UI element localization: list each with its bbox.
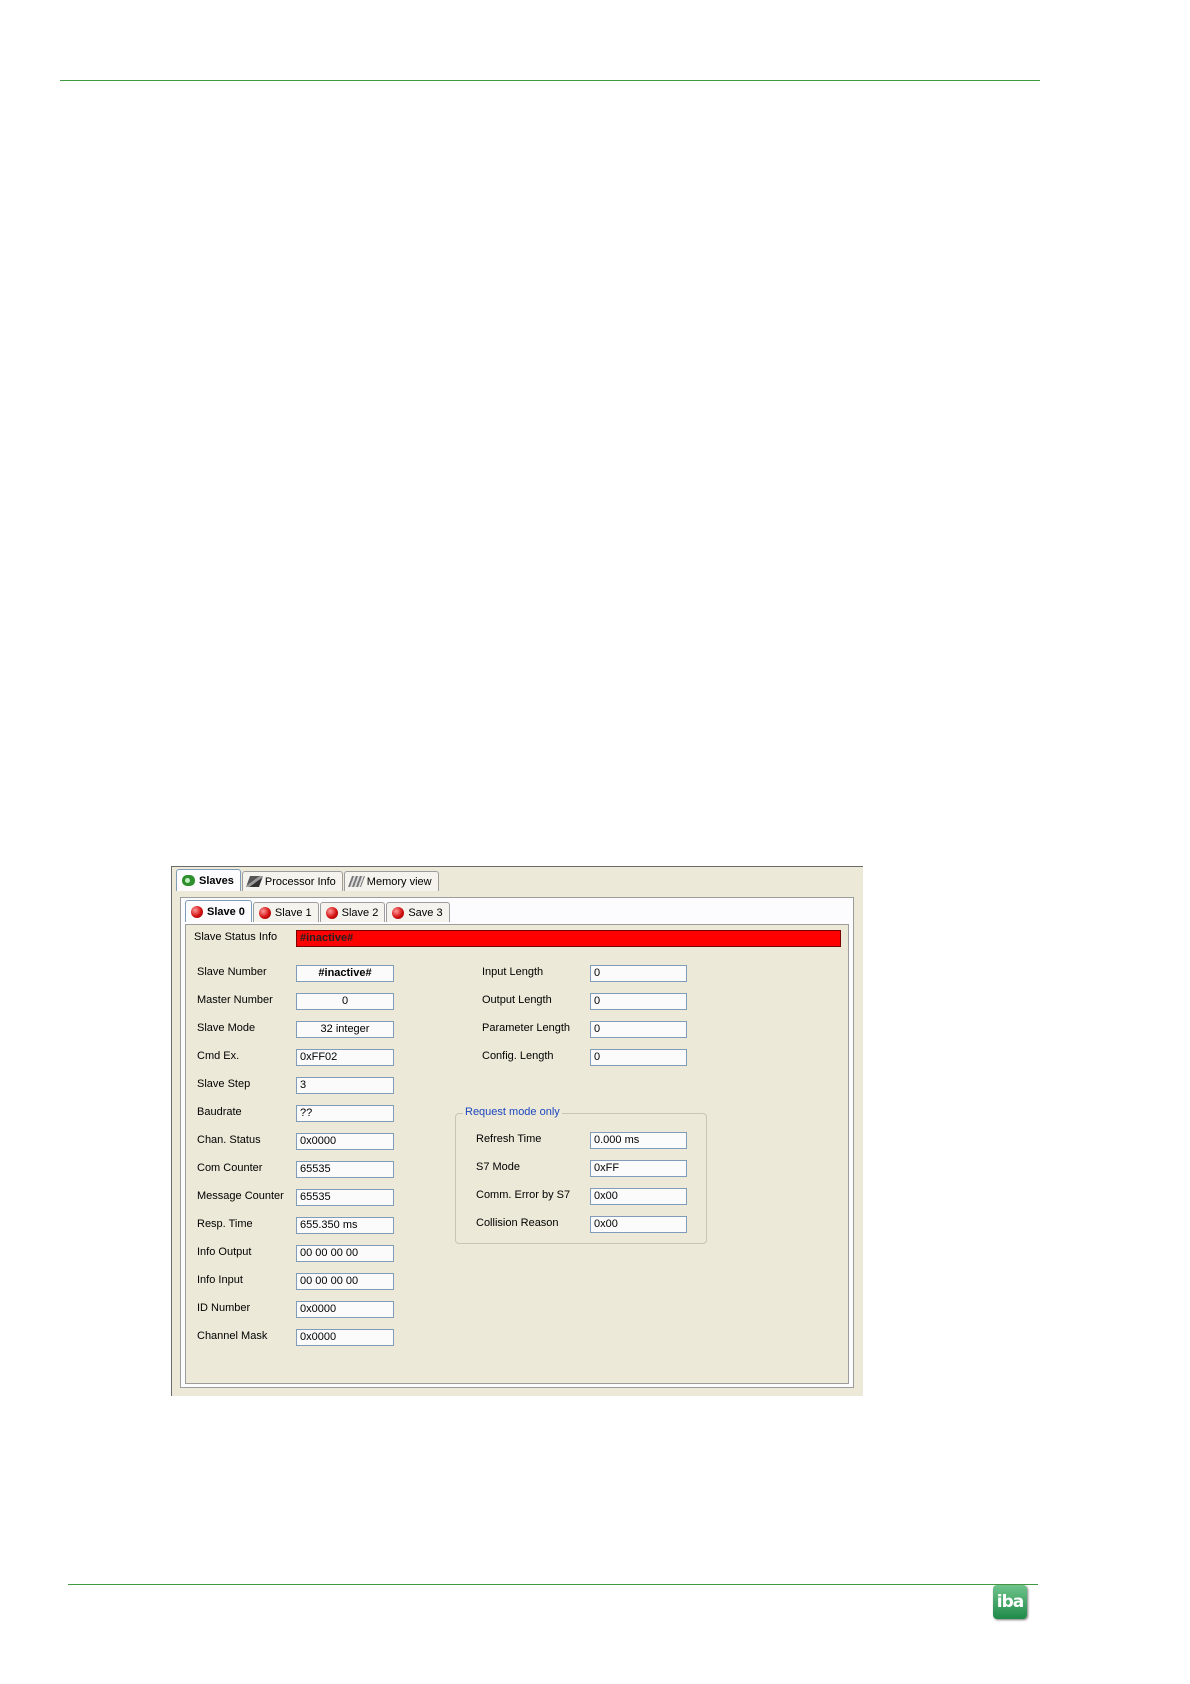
slave-status-info-label: Slave Status Info	[194, 931, 278, 943]
request-mode-group: Request mode only Refresh Time 0.000 ms …	[455, 1106, 707, 1244]
tab-memory-view[interactable]: Memory view	[343, 871, 439, 891]
master-number-field[interactable]: 0	[296, 993, 394, 1010]
status-led-icon	[191, 905, 203, 918]
slave-status-window: Slaves Processor Info Memory view Slave …	[171, 866, 863, 1396]
master-number-label: Master Number	[197, 994, 273, 1006]
slave-mode-label: Slave Mode	[197, 1022, 256, 1034]
slave-step-field[interactable]: 3	[296, 1077, 394, 1094]
input-length-label: Input Length	[482, 966, 544, 978]
slave-step-label: Slave Step	[197, 1078, 251, 1090]
com-counter-label: Com Counter	[197, 1162, 263, 1174]
baudrate-label: Baudrate	[197, 1106, 242, 1118]
output-length-label: Output Length	[482, 994, 552, 1006]
comm-error-field[interactable]: 0x00	[590, 1188, 687, 1205]
refresh-time-field[interactable]: 0.000 ms	[590, 1132, 687, 1149]
main-tabstrip: Slaves Processor Info Memory view	[176, 869, 440, 891]
message-counter-field[interactable]: 65535	[296, 1189, 394, 1206]
message-counter-label: Message Counter	[197, 1190, 284, 1202]
tab-slave-2[interactable]: Slave 2	[319, 902, 386, 922]
tab-label: Slave 0	[207, 905, 245, 918]
processor-icon	[245, 876, 263, 887]
comm-error-label: Comm. Error by S7	[476, 1189, 571, 1201]
iba-logo: iba	[993, 1585, 1027, 1619]
status-led-icon	[258, 906, 271, 919]
tab-slaves[interactable]: Slaves	[176, 869, 241, 891]
slave-tabstrip: Slave 0 Slave 1 Slave 2 Save 3	[185, 900, 451, 922]
output-length-field[interactable]: 0	[590, 993, 687, 1010]
refresh-time-label: Refresh Time	[476, 1133, 542, 1145]
info-input-label: Info Input	[197, 1274, 243, 1286]
channel-mask-field[interactable]: 0x0000	[296, 1329, 394, 1346]
channel-mask-label: Channel Mask	[197, 1330, 268, 1342]
collision-reason-field[interactable]: 0x00	[590, 1216, 687, 1233]
chan-status-field[interactable]: 0x0000	[296, 1133, 394, 1150]
com-counter-field[interactable]: 65535	[296, 1161, 394, 1178]
s7-mode-label: S7 Mode	[476, 1161, 521, 1173]
tab-label: Save 3	[408, 906, 443, 919]
tab-label: Memory view	[366, 875, 432, 888]
tab-label: Slaves	[199, 874, 234, 887]
config-length-field[interactable]: 0	[590, 1049, 687, 1066]
slave-mode-field[interactable]: 32 integer	[296, 1021, 394, 1038]
footer-rule	[68, 1584, 1038, 1585]
slave-number-field[interactable]: #inactive#	[296, 965, 394, 982]
collision-reason-label: Collision Reason	[476, 1217, 559, 1229]
slave-number-label: Slave Number	[197, 966, 267, 978]
memory-icon	[347, 876, 365, 887]
slaves-panel: Slave 0 Slave 1 Slave 2 Save 3 Slave Sta…	[180, 897, 854, 1388]
cmd-ex-label: Cmd Ex.	[197, 1050, 240, 1062]
info-input-field[interactable]: 00 00 00 00	[296, 1273, 394, 1290]
input-length-field[interactable]: 0	[590, 965, 687, 982]
id-number-field[interactable]: 0x0000	[296, 1301, 394, 1318]
parameter-length-label: Parameter Length	[482, 1022, 571, 1034]
tab-slave-3[interactable]: Save 3	[386, 902, 450, 922]
chan-status-label: Chan. Status	[197, 1134, 261, 1146]
request-mode-group-title: Request mode only	[463, 1106, 562, 1118]
cmd-ex-field[interactable]: 0xFF02	[296, 1049, 394, 1066]
baudrate-field[interactable]: ??	[296, 1105, 394, 1122]
header-rule	[60, 80, 1040, 81]
tab-slave-1[interactable]: Slave 1	[252, 902, 319, 922]
info-output-label: Info Output	[197, 1246, 252, 1258]
slave-status-info-field[interactable]: #inactive#	[296, 930, 841, 947]
config-length-label: Config. Length	[482, 1050, 554, 1062]
tab-slave-0[interactable]: Slave 0	[185, 900, 252, 922]
status-led-icon	[392, 906, 405, 919]
tab-label: Processor Info	[264, 875, 336, 888]
tab-label: Slave 1	[274, 906, 312, 919]
tab-label: Slave 2	[341, 906, 379, 919]
status-led-icon	[325, 906, 338, 919]
tab-processor-info[interactable]: Processor Info	[241, 871, 343, 891]
info-output-field[interactable]: 00 00 00 00	[296, 1245, 394, 1262]
resp-time-field[interactable]: 655.350 ms	[296, 1217, 394, 1234]
slaves-icon	[182, 875, 195, 886]
slave-0-panel: Slave Status Info #inactive# Slave Numbe…	[185, 924, 849, 1384]
resp-time-label: Resp. Time	[197, 1218, 253, 1230]
id-number-label: ID Number	[197, 1302, 251, 1314]
parameter-length-field[interactable]: 0	[590, 1021, 687, 1038]
s7-mode-field[interactable]: 0xFF	[590, 1160, 687, 1177]
